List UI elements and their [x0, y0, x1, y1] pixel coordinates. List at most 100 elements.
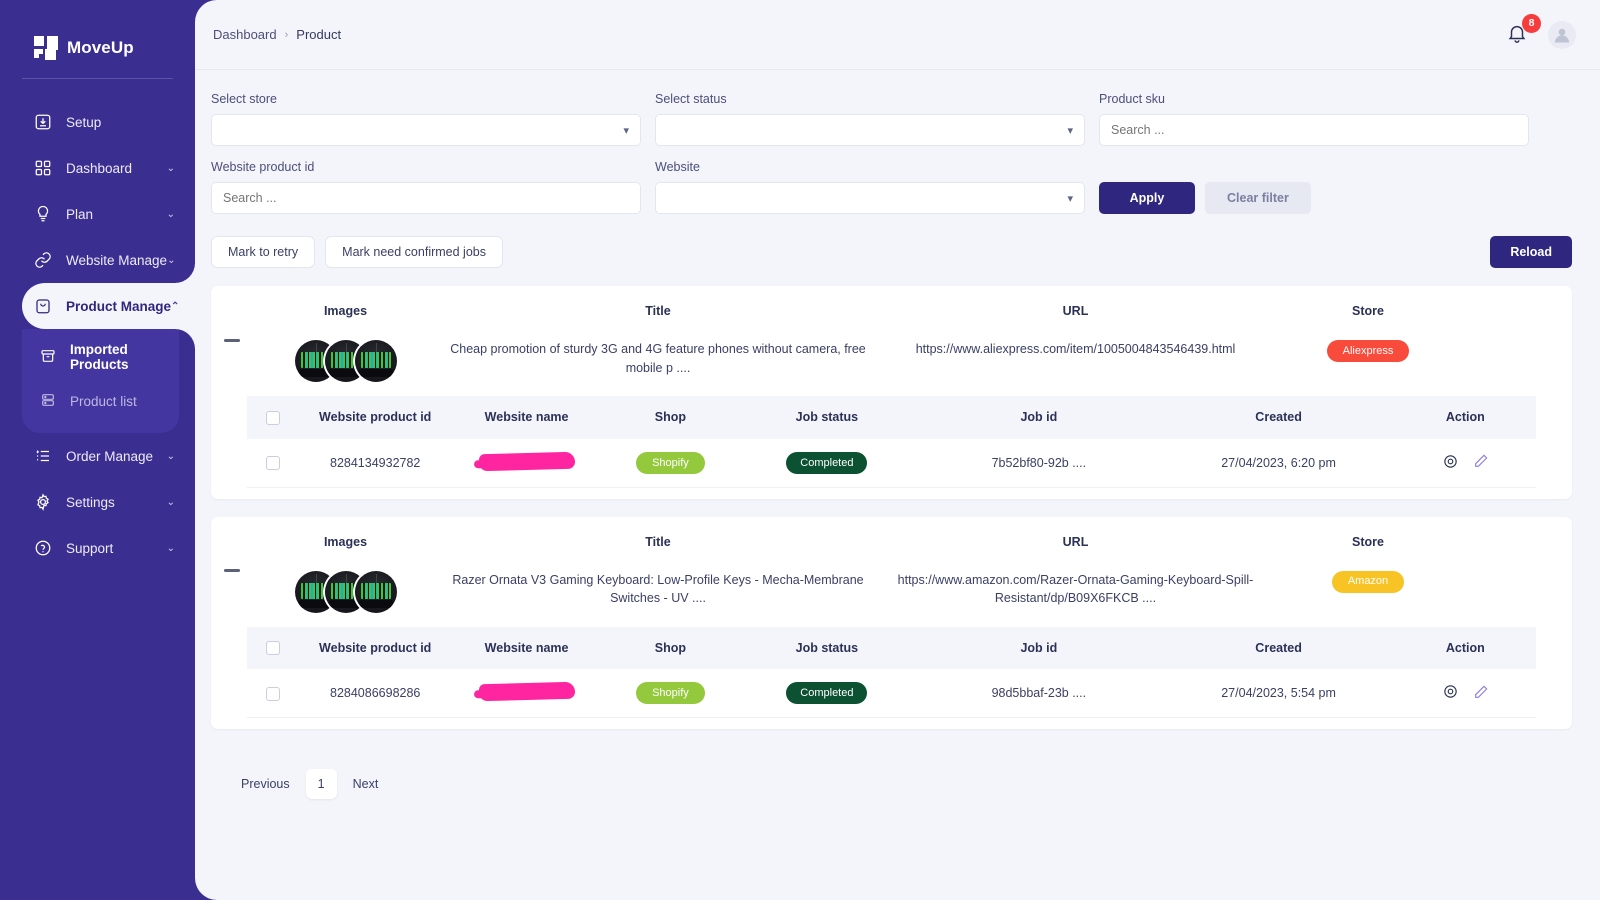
sidebar-subitem-label: Product list	[70, 393, 137, 409]
sidebar-item-label: Order Manage	[66, 448, 154, 464]
collapse-toggle[interactable]	[211, 298, 253, 382]
table-row[interactable]: 8284086698286 Shopify Completed 98d5bbaf…	[247, 669, 1536, 718]
row-actions	[1442, 453, 1489, 470]
eye-icon[interactable]	[1442, 683, 1459, 700]
filter-website: Website ▾	[655, 160, 1085, 214]
header-website-name: Website name	[450, 396, 603, 439]
product-thumbnails[interactable]	[253, 340, 438, 382]
select-all-checkbox[interactable]	[266, 641, 281, 656]
pagination-next[interactable]: Next	[341, 769, 391, 799]
filter-label: Select status	[655, 92, 727, 106]
row-checkbox[interactable]	[266, 686, 281, 701]
sidebar-divider	[22, 78, 173, 79]
card-column-store: Store Aliexpress	[1273, 298, 1463, 382]
product-url[interactable]: https://www.aliexpress.com/item/10050048…	[890, 340, 1261, 359]
shop-badge: Shopify	[636, 451, 705, 474]
sidebar-item-label: Setup	[66, 114, 102, 130]
sidebar-item-support[interactable]: Support ⌄	[0, 525, 195, 571]
apply-button[interactable]: Apply	[1099, 182, 1195, 214]
mark-need-confirmed-jobs-button[interactable]: Mark need confirmed jobs	[325, 236, 503, 268]
minus-icon	[224, 569, 240, 573]
column-header-store: Store	[1352, 534, 1384, 549]
sidebar-item-order-manage[interactable]: Order Manage ⌄	[0, 433, 195, 479]
sidebar-item-setup[interactable]: Setup	[0, 99, 195, 145]
breadcrumb-separator-icon: ›	[284, 28, 289, 41]
notifications-button[interactable]: 8	[1506, 13, 1541, 49]
sidebar-item-settings[interactable]: Settings ⌄	[0, 479, 195, 525]
list-icon	[34, 447, 56, 465]
sidebar-item-label: Support	[66, 540, 114, 556]
header-shop: Shop	[602, 396, 739, 439]
topbar: Dashboard › Product 8	[195, 0, 1600, 70]
row-actions	[1442, 683, 1489, 700]
website-product-id-input[interactable]	[211, 182, 641, 214]
card-column-store: Store Amazon	[1273, 529, 1463, 613]
reload-button[interactable]: Reload	[1490, 236, 1572, 268]
pagination-previous[interactable]: Previous	[229, 769, 302, 799]
cell-website-name	[450, 669, 603, 718]
product-thumbnail[interactable]	[354, 570, 397, 613]
sidebar-item-label: Website Manage	[66, 252, 168, 268]
cell-job-status: Completed	[738, 438, 916, 487]
breadcrumb-dashboard[interactable]: Dashboard	[213, 27, 277, 42]
table-row[interactable]: 8284134932782 Shopify Completed 7b52bf80…	[247, 438, 1536, 487]
column-header-images: Images	[323, 534, 368, 549]
sidebar-item-website-manage[interactable]: Website Manage ⌄	[0, 237, 195, 283]
collapse-toggle[interactable]	[211, 529, 253, 613]
breadcrumb-product[interactable]: Product	[296, 27, 341, 42]
mark-to-retry-button[interactable]: Mark to retry	[211, 236, 316, 268]
product-thumbnails[interactable]	[253, 570, 438, 613]
question-circle-icon	[34, 539, 56, 557]
cell-website-product-id: 8284134932782	[299, 438, 451, 487]
cell-job-id: 7b52bf80-92b ....	[915, 438, 1163, 487]
filter-website-product-id: Website product id	[211, 160, 641, 214]
chevron-down-icon: ▾	[1067, 192, 1073, 205]
cell-created: 27/04/2023, 5:54 pm	[1162, 669, 1395, 718]
pencil-icon[interactable]	[1473, 684, 1489, 700]
cell-action	[1394, 669, 1536, 718]
select-store-dropdown[interactable]: ▾	[211, 114, 641, 146]
product-url[interactable]: https://www.amazon.com/Razer-Ornata-Gami…	[890, 571, 1261, 609]
card-column-url: URL https://www.amazon.com/Razer-Ornata-…	[878, 529, 1273, 613]
bulk-action-row: Mark to retry Mark need confirmed jobs R…	[211, 236, 1572, 268]
eye-icon[interactable]	[1442, 453, 1459, 470]
gear-icon	[34, 493, 56, 511]
sidebar-item-label: Dashboard	[66, 160, 133, 176]
chevron-down-icon: ▾	[1067, 124, 1073, 137]
brand-name: MoveUp	[67, 38, 134, 57]
brand[interactable]: MoveUp	[0, 0, 195, 68]
select-all-checkbox[interactable]	[266, 410, 281, 425]
pagination: Previous 1 Next	[211, 747, 1572, 800]
column-header-title: Title	[645, 304, 671, 318]
sidebar-item-imported-products[interactable]: Imported Products	[22, 335, 179, 379]
product-card-header: Images Title Razer Ornata V3 Gaming Keyb…	[211, 517, 1572, 627]
cell-action	[1394, 438, 1536, 487]
header-action: Action	[1394, 626, 1536, 670]
minus-icon	[224, 338, 240, 342]
row-checkbox[interactable]	[266, 456, 281, 471]
product-sku-input[interactable]	[1099, 114, 1529, 146]
chevron-down-icon: ⌄	[166, 542, 175, 554]
grid-icon	[34, 159, 56, 177]
pagination-current-page[interactable]: 1	[305, 769, 337, 800]
redacted-website-name	[478, 451, 575, 471]
website-dropdown[interactable]: ▾	[655, 182, 1085, 214]
clear-filter-button[interactable]: Clear filter	[1205, 182, 1311, 214]
sidebar-item-plan[interactable]: Plan ⌄	[0, 191, 195, 237]
avatar[interactable]	[1548, 20, 1576, 49]
sidebar-item-product-list[interactable]: Product list	[22, 379, 179, 423]
filter-panel: Select store ▾ Select status ▾ Product s…	[211, 92, 1572, 228]
card-column-images: Images	[253, 298, 438, 382]
archive-icon	[40, 348, 60, 367]
product-thumbnail[interactable]	[354, 340, 397, 382]
product-title: Razer Ornata V3 Gaming Keyboard: Low-Pro…	[452, 572, 864, 606]
sidebar-subnav-product-manage: Imported Products Product list	[22, 329, 179, 433]
cell-shop: Shopify	[602, 438, 739, 487]
header-created: Created	[1162, 396, 1395, 439]
select-status-dropdown[interactable]: ▾	[655, 114, 1085, 146]
sidebar-item-product-manage[interactable]: Product Manage ⌃	[22, 283, 195, 329]
filter-label: Product sku	[1099, 92, 1166, 106]
sidebar-item-dashboard[interactable]: Dashboard ⌄	[0, 145, 195, 191]
pencil-icon[interactable]	[1473, 453, 1489, 469]
header-action: Action	[1394, 396, 1536, 439]
